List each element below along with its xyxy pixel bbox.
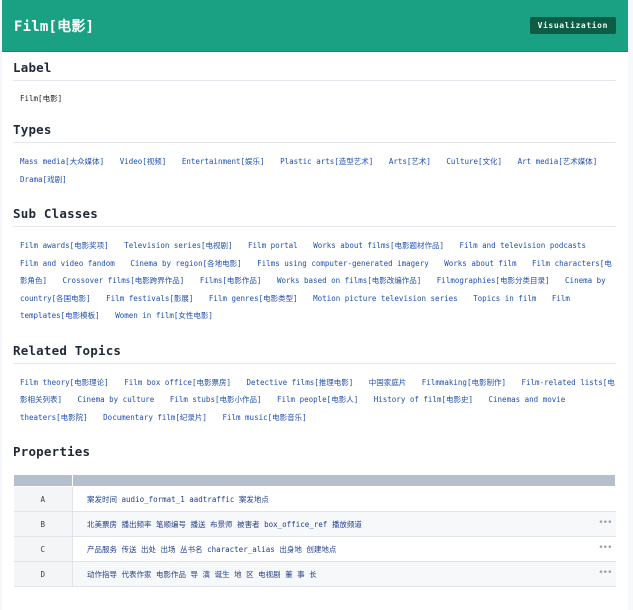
related-section: Related Topics Film theory[电影理论] Film bo…	[13, 343, 616, 427]
table-row: D 动作指导 代表作家 电影作品 导 演 诞生 地 区 电视剧 董 事 长 •••	[13, 561, 616, 587]
related-link[interactable]: Filmmaking[电影制作]	[422, 378, 506, 387]
related-link[interactable]: Film music[电影音乐]	[222, 413, 306, 422]
subclasses-list: Film awards[电影奖项] Television series[电视剧]…	[13, 237, 616, 325]
subclass-link[interactable]: Crossover films[电影跨界作品]	[63, 276, 185, 285]
subclass-link[interactable]: Motion picture television series	[313, 294, 458, 303]
type-link[interactable]: Mass media[大众媒体]	[20, 157, 104, 166]
row-key: D	[13, 561, 73, 587]
subclass-link[interactable]: Film genres[电影类型]	[209, 294, 298, 303]
row-value-text[interactable]: 北美票房 播出频率 笔顺编号 播送 布景师 被害者 box_office_ref…	[87, 520, 362, 529]
subclass-link[interactable]: Works about films[电影题材作品]	[313, 241, 444, 250]
type-link[interactable]: Plastic arts[造型艺术]	[280, 157, 373, 166]
row-value-text[interactable]: 动作指导 代表作家 电影作品 导 演 诞生 地 区 电视剧 董 事 长	[87, 570, 317, 579]
subclass-link[interactable]: Women in film[女性电影]	[115, 311, 213, 320]
types-list: Mass media[大众媒体] Video[视频] Entertainment…	[13, 153, 616, 188]
subclass-link[interactable]: Film awards[电影奖项]	[20, 241, 109, 250]
row-value: 动作指导 代表作家 电影作品 导 演 诞生 地 区 电视剧 董 事 长 •••	[72, 561, 616, 587]
subclass-link[interactable]: Film and television podcasts	[460, 241, 586, 250]
row-key: A	[13, 486, 73, 512]
related-heading: Related Topics	[13, 343, 616, 364]
subclasses-heading: Sub Classes	[13, 206, 616, 227]
type-link[interactable]: Art media[艺术媒体]	[518, 157, 598, 166]
more-icon[interactable]: •••	[598, 568, 612, 578]
page-title: Film[电影]	[14, 18, 95, 35]
related-list: Film theory[电影理论] Film box office[电影票房] …	[13, 374, 616, 427]
type-link[interactable]: Arts[艺术]	[389, 157, 431, 166]
label-section: Label Film[电影]	[13, 60, 616, 104]
subclass-link[interactable]: Television series[电视剧]	[124, 241, 232, 250]
subclass-link[interactable]: Films using computer-generated imagery	[257, 259, 429, 268]
properties-table: A 案发时间 audio_format_1 aadtraffic 案发地点 B …	[13, 474, 616, 587]
row-key: C	[13, 536, 73, 562]
related-link[interactable]: Detective films[推理电影]	[247, 378, 354, 387]
subclass-link[interactable]: Filmographies[电影分类目录]	[437, 276, 550, 285]
related-link[interactable]: History of film[电影史]	[374, 395, 473, 404]
page: Film[电影] Visualization Label Film[电影] Ty…	[2, 0, 628, 610]
row-key: B	[13, 511, 73, 537]
related-link[interactable]: Film theory[电影理论]	[20, 378, 109, 387]
label-value: Film[电影]	[20, 94, 63, 103]
row-value: 北美票房 播出频率 笔顺编号 播送 布景师 被害者 box_office_ref…	[72, 511, 616, 537]
type-link[interactable]: Entertainment[娱乐]	[182, 157, 265, 166]
subclasses-section: Sub Classes Film awards[电影奖项] Television…	[13, 206, 616, 325]
row-value-text[interactable]: 案发时间 audio_format_1 aadtraffic 案发地点	[87, 495, 269, 504]
subclass-link[interactable]: Film festivals[影展]	[106, 294, 193, 303]
related-link[interactable]: Film stubs[电影小作品]	[170, 395, 262, 404]
types-heading: Types	[13, 122, 616, 143]
table-row: B 北美票房 播出频率 笔顺编号 播送 布景师 被害者 box_office_r…	[13, 511, 616, 537]
related-link[interactable]: Film people[电影人]	[277, 395, 358, 404]
row-value: 案发时间 audio_format_1 aadtraffic 案发地点	[72, 486, 616, 512]
table-row: A 案发时间 audio_format_1 aadtraffic 案发地点	[13, 486, 616, 512]
row-value: 产品服务 传送 出处 出场 丛书名 character_alias 出身地 创建…	[72, 536, 616, 562]
header-bar: Film[电影] Visualization	[2, 0, 628, 52]
visualization-button[interactable]: Visualization	[529, 17, 616, 34]
subclass-link[interactable]: Works based on films[电影改编作品]	[277, 276, 421, 285]
more-icon[interactable]: •••	[598, 543, 612, 553]
table-row: C 产品服务 传送 出处 出场 丛书名 character_alias 出身地 …	[13, 536, 616, 562]
subclass-link[interactable]: Film portal	[248, 241, 298, 250]
related-link[interactable]: Film box office[电影票房]	[124, 378, 231, 387]
type-link[interactable]: Drama[戏剧]	[20, 175, 67, 184]
type-link[interactable]: Video[视频]	[120, 157, 167, 166]
main-content: Label Film[电影] Types Mass media[大众媒体] Vi…	[2, 52, 628, 587]
related-link[interactable]: Documentary film[纪录片]	[103, 413, 207, 422]
related-link[interactable]: Cinema by culture	[78, 395, 155, 404]
subclass-link[interactable]: Film and video fandom	[20, 259, 115, 268]
properties-heading: Properties	[13, 444, 91, 459]
row-value-text[interactable]: 产品服务 传送 出处 出场 丛书名 character_alias 出身地 创建…	[87, 545, 336, 554]
subclass-link[interactable]: Films[电影作品]	[200, 276, 262, 285]
table-header-key	[13, 474, 73, 487]
more-icon[interactable]: •••	[598, 518, 612, 528]
subclass-link[interactable]: Works about film	[444, 259, 516, 268]
properties-section: Properties A 案发时间 audio_format_1 aadtraf…	[13, 444, 616, 587]
subclass-link[interactable]: Topics in film	[473, 294, 536, 303]
subclass-link[interactable]: Cinema by region[各地电影]	[130, 259, 241, 268]
related-link[interactable]: 中国家庭片	[369, 378, 407, 387]
label-heading: Label	[13, 60, 616, 81]
table-header-row	[13, 474, 616, 487]
type-link[interactable]: Culture[文化]	[446, 157, 502, 166]
types-section: Types Mass media[大众媒体] Video[视频] Enterta…	[13, 122, 616, 188]
table-header-value	[72, 474, 616, 487]
